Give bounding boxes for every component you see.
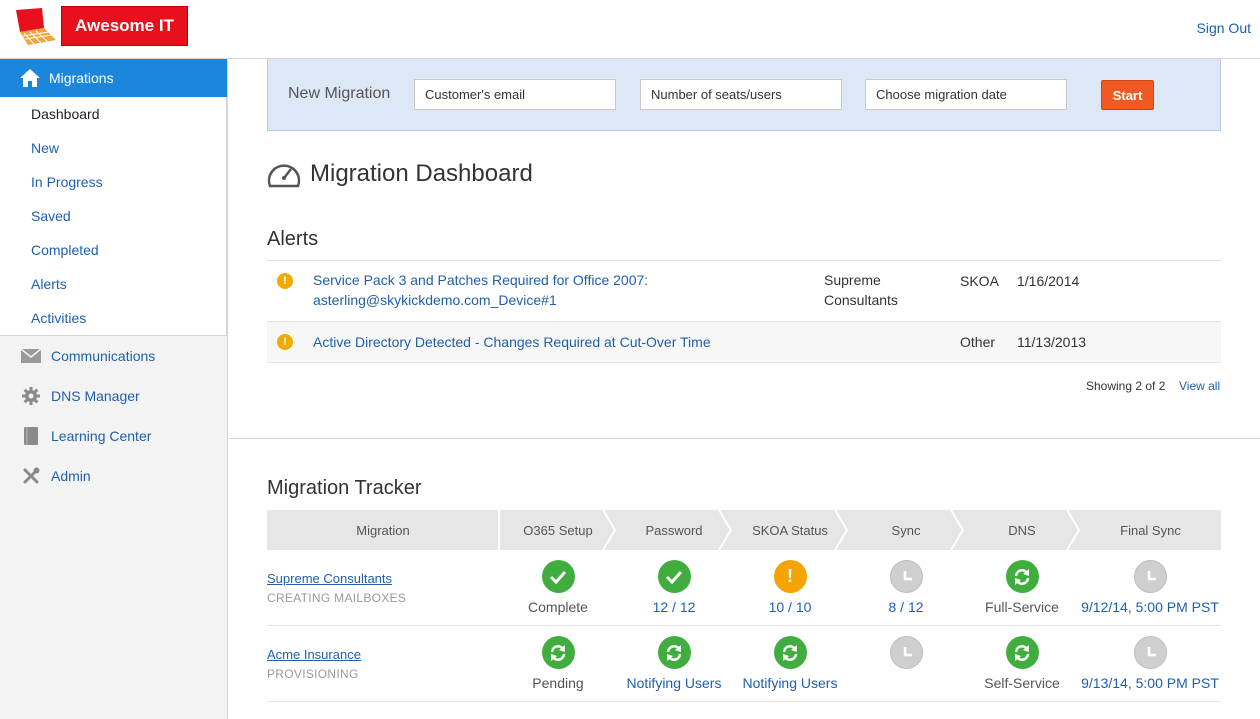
new-migration-title: New Migration — [288, 85, 391, 102]
status-label: Notifying Users — [626, 675, 722, 691]
sidebar-subitem-activities[interactable]: Activities — [0, 301, 226, 335]
tracker-row: Acme Insurance PROVISIONING Pending Noti… — [267, 626, 1221, 702]
status-cell[interactable]: Pending — [500, 636, 616, 691]
sidebar-item-label: Migrations — [49, 70, 114, 86]
new-migration-panel: New Migration Customer's email Number of… — [267, 59, 1221, 131]
sync-icon — [541, 636, 575, 669]
migrations-submenu: Dashboard New In Progress Saved Complete… — [0, 97, 227, 335]
status-cell[interactable]: Notifying Users — [732, 636, 848, 691]
alerts-title: Alerts — [267, 228, 319, 250]
alert-row[interactable]: ! Active Directory Detected - Changes Re… — [267, 322, 1221, 363]
status-cell[interactable]: 12 / 12 — [616, 560, 732, 615]
alerts-count: Showing 2 of 2 — [1086, 379, 1166, 393]
status-label: Notifying Users — [742, 675, 838, 691]
alert-date: 11/13/2013 — [1017, 334, 1087, 350]
sidebar-item-admin[interactable]: Admin — [0, 456, 227, 496]
sidebar-item-learning-center[interactable]: Learning Center — [0, 416, 227, 456]
brand-logo[interactable]: Awesome IT — [61, 6, 188, 46]
alert-message-link[interactable]: Active Directory Detected - Changes Requ… — [313, 332, 711, 352]
status-label: 9/13/14, 5:00 PM PST — [1081, 675, 1219, 691]
sidebar-item-migrations[interactable]: Migrations — [0, 59, 227, 97]
sidebar-item-label: DNS Manager — [51, 388, 140, 404]
status-cell[interactable] — [848, 636, 964, 675]
status-cell[interactable]: ! 10 / 10 — [732, 560, 848, 615]
alert-date: 1/16/2014 — [1017, 273, 1080, 289]
status-cell[interactable]: 9/12/14, 5:00 PM PST — [1081, 560, 1219, 615]
sidebar-subitem-saved[interactable]: Saved — [0, 199, 226, 233]
migration-name-link[interactable]: Supreme Consultants — [267, 571, 392, 586]
status-cell[interactable]: 9/13/14, 5:00 PM PST — [1081, 636, 1219, 691]
status-label: 8 / 12 — [888, 599, 924, 615]
header-chevrons — [498, 510, 1081, 550]
sign-out-link[interactable]: Sign Out — [1197, 20, 1251, 36]
customer-email-input[interactable]: Customer's email — [414, 79, 616, 110]
sidebar-item-label: Learning Center — [51, 428, 152, 444]
tracker-row: Supreme Consultants CREATING MAILBOXES C… — [267, 550, 1221, 626]
sidebar-subitem-completed[interactable]: Completed — [0, 233, 226, 267]
status-cell[interactable]: 8 / 12 — [848, 560, 964, 615]
clock-icon — [889, 636, 923, 669]
status-label: Complete — [528, 599, 588, 615]
main-content: New Migration Customer's email Number of… — [229, 59, 1260, 719]
status-label: 10 / 10 — [768, 599, 812, 615]
status-label: Pending — [532, 675, 584, 691]
seats-input[interactable]: Number of seats/users — [640, 79, 842, 110]
status-cell[interactable]: Complete — [500, 560, 616, 615]
check-icon — [657, 560, 691, 593]
alerts-table: ! Service Pack 3 and Patches Required fo… — [267, 260, 1221, 363]
status-label: 9/12/14, 5:00 PM PST — [1081, 599, 1219, 615]
status-label: Self-Service — [984, 675, 1060, 691]
warning-icon: ! — [773, 560, 807, 593]
status-cell[interactable]: Full-Service — [964, 560, 1080, 615]
top-header: Awesome IT Sign Out — [0, 0, 1260, 59]
alert-row[interactable]: ! Service Pack 3 and Patches Required fo… — [267, 261, 1221, 322]
sync-icon — [1005, 560, 1039, 593]
tracker-header: Migration O365 Setup Password SKOA Statu… — [267, 510, 1221, 550]
sync-icon — [1005, 636, 1039, 669]
migration-tracker-table: Migration O365 Setup Password SKOA Statu… — [267, 510, 1221, 702]
tools-icon — [21, 466, 41, 486]
gear-icon — [21, 386, 41, 406]
migration-state: CREATING MAILBOXES — [267, 591, 407, 605]
section-divider — [229, 438, 1260, 439]
sidebar: Migrations Dashboard New In Progress Sav… — [0, 59, 228, 719]
home-icon — [20, 69, 40, 87]
migration-state: PROVISIONING — [267, 667, 359, 681]
clock-icon — [1133, 636, 1167, 669]
sidebar-item-dns-manager[interactable]: DNS Manager — [0, 376, 227, 416]
sidebar-subitem-new[interactable]: New — [0, 131, 226, 165]
dashboard-title: Migration Dashboard — [310, 160, 533, 187]
clock-icon — [889, 560, 923, 593]
migration-date-input[interactable]: Choose migration date — [865, 79, 1067, 110]
sidebar-item-communications[interactable]: Communications — [0, 336, 227, 376]
status-cell[interactable]: Self-Service — [964, 636, 1080, 691]
sidebar-item-label: Communications — [51, 348, 156, 364]
sidebar-subitem-alerts[interactable]: Alerts — [0, 267, 226, 301]
alert-type: Other — [960, 334, 996, 350]
alert-message-link[interactable]: Service Pack 3 and Patches Required for … — [313, 270, 648, 310]
sidebar-subitem-in-progress[interactable]: In Progress — [0, 165, 226, 199]
page-title: Migration Dashboard — [267, 160, 533, 188]
sidebar-item-label: Admin — [51, 468, 91, 484]
laptop-logo-icon — [16, 8, 56, 45]
warning-icon: ! — [277, 273, 293, 289]
warning-icon: ! — [277, 334, 293, 350]
envelope-icon — [21, 346, 41, 366]
alert-type: SKOA — [960, 273, 999, 289]
status-label: 12 / 12 — [652, 599, 696, 615]
view-all-link[interactable]: View all — [1179, 379, 1220, 393]
sync-icon — [657, 636, 691, 669]
tracker-title: Migration Tracker — [267, 477, 422, 499]
book-icon — [21, 426, 41, 446]
clock-icon — [1133, 560, 1167, 593]
check-icon — [541, 560, 575, 593]
status-label: Full-Service — [985, 599, 1059, 615]
migration-name-link[interactable]: Acme Insurance — [267, 647, 361, 662]
status-cell[interactable]: Notifying Users — [616, 636, 732, 691]
alert-customer: Supreme Consultants — [824, 272, 898, 308]
sidebar-subitem-dashboard[interactable]: Dashboard — [0, 97, 226, 131]
sync-icon — [773, 636, 807, 669]
speedometer-icon — [267, 164, 301, 188]
start-button[interactable]: Start — [1101, 80, 1154, 110]
